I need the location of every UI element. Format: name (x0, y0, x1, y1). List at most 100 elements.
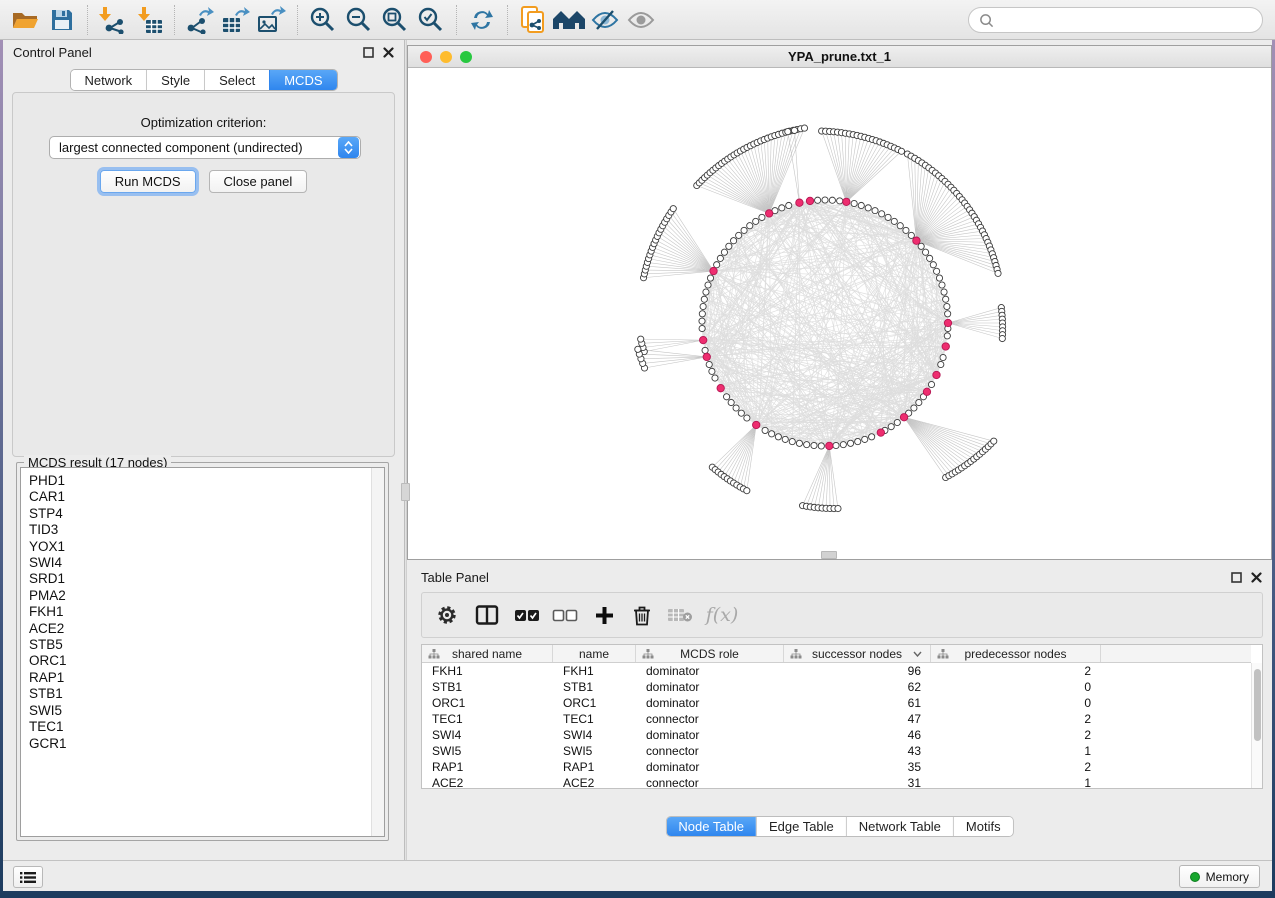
zoom-fit-icon[interactable] (377, 4, 413, 36)
column-shared-name[interactable]: shared name (422, 645, 553, 662)
mcds-result-item[interactable]: FKH1 (29, 604, 67, 620)
table-row[interactable]: RAP1RAP1dominator352 (422, 759, 1251, 775)
search-input[interactable] (1000, 13, 1252, 28)
refresh-layout-icon[interactable] (464, 4, 500, 36)
open-file-icon[interactable] (8, 4, 44, 36)
mcds-result-item[interactable]: RAP1 (29, 670, 67, 686)
hide-selected-icon[interactable] (587, 4, 623, 36)
tab-network[interactable]: Network (70, 70, 146, 90)
table-row[interactable]: SWI5SWI5connector431 (422, 743, 1251, 759)
mcds-result-group: MCDS result (17 nodes) PHD1CAR1STP4TID3Y… (16, 462, 389, 841)
mcds-result-scrollbar[interactable] (371, 468, 384, 836)
tree-icon (428, 649, 440, 659)
mcds-result-item[interactable]: TID3 (29, 522, 67, 538)
close-panel-button[interactable]: Close panel (209, 170, 308, 193)
mcds-result-item[interactable]: STB5 (29, 637, 67, 653)
vertical-splitter-grip[interactable] (401, 483, 410, 501)
import-table-icon[interactable] (131, 4, 167, 36)
delete-column-icon[interactable] (624, 598, 660, 632)
column-predecessor-nodes[interactable]: predecessor nodes (931, 645, 1101, 662)
table-row[interactable]: SWI4SWI4dominator462 (422, 727, 1251, 743)
tab-select[interactable]: Select (204, 70, 269, 90)
column-filler (1101, 645, 1251, 662)
node-table-body[interactable]: FKH1FKH1dominator962STB1STB1dominator620… (422, 663, 1251, 788)
mcds-result-item[interactable]: PMA2 (29, 588, 67, 604)
mcds-result-item[interactable]: PHD1 (29, 473, 67, 489)
tab-motifs[interactable]: Motifs (953, 817, 1013, 836)
column-mcds-role[interactable]: MCDS role (636, 645, 784, 662)
zoom-in-icon[interactable] (305, 4, 341, 36)
export-image-icon[interactable] (254, 4, 290, 36)
import-network-icon[interactable] (95, 4, 131, 36)
delete-table-icon[interactable] (660, 598, 700, 632)
first-neighbors-icon[interactable] (551, 4, 587, 36)
control-panel: Control Panel Network Style Select MCDS … (3, 40, 404, 860)
mcds-result-list[interactable]: PHD1CAR1STP4TID3YOX1SWI4SRD1PMA2FKH1ACE2… (20, 467, 385, 837)
show-all-icon[interactable] (623, 4, 659, 36)
mcds-result-item[interactable]: SWI5 (29, 703, 67, 719)
tab-node-table[interactable]: Node Table (666, 817, 756, 836)
gear-icon[interactable] (428, 598, 466, 632)
tree-icon (937, 649, 949, 659)
mcds-result-item[interactable]: ACE2 (29, 621, 67, 637)
control-panel-tabs: Network Style Select MCDS (69, 69, 337, 91)
float-panel-icon[interactable] (363, 47, 374, 58)
table-scrollbar-thumb[interactable] (1254, 669, 1261, 741)
table-row[interactable]: TEC1TEC1connector472 (422, 711, 1251, 727)
new-network-from-selection-icon[interactable] (515, 4, 551, 36)
table-tabs: Node Table Edge Table Network Table Moti… (665, 816, 1013, 837)
status-bar: Memory (3, 860, 1272, 891)
tab-edge-table[interactable]: Edge Table (756, 817, 846, 836)
table-scrollbar[interactable] (1251, 663, 1262, 788)
show-columns-icon[interactable] (508, 598, 546, 632)
add-column-icon[interactable] (584, 598, 624, 632)
float-table-panel-icon[interactable] (1231, 572, 1242, 583)
mcds-result-item[interactable]: SRD1 (29, 571, 67, 587)
table-row[interactable]: STB1STB1dominator620 (422, 679, 1251, 695)
memory-status-icon (1190, 872, 1200, 882)
mcds-result-item[interactable]: STB1 (29, 686, 67, 702)
mcds-result-item[interactable]: YOX1 (29, 539, 67, 555)
hide-columns-icon[interactable] (546, 598, 584, 632)
table-panel-titlebar: Table Panel (411, 565, 1272, 589)
memory-button[interactable]: Memory (1179, 865, 1260, 888)
node-table: shared name name MCDS role successor nod… (421, 644, 1263, 789)
save-session-icon[interactable] (44, 4, 80, 36)
zoom-out-icon[interactable] (341, 4, 377, 36)
list-icon (20, 871, 36, 884)
task-history-button[interactable] (13, 866, 43, 888)
export-network-icon[interactable] (182, 4, 218, 36)
control-panel-title: Control Panel (13, 45, 92, 60)
mcds-result-item[interactable]: STP4 (29, 506, 67, 522)
tab-style[interactable]: Style (146, 70, 204, 90)
horizontal-splitter-grip[interactable] (821, 551, 837, 559)
export-table-icon[interactable] (218, 4, 254, 36)
tree-icon (642, 649, 654, 659)
column-successor-nodes[interactable]: successor nodes (784, 645, 931, 662)
mcds-result-item[interactable]: CAR1 (29, 489, 67, 505)
criterion-value: largest connected component (undirected) (50, 140, 337, 155)
tab-mcds[interactable]: MCDS (269, 70, 336, 90)
search-box[interactable] (968, 7, 1263, 33)
tree-icon (790, 649, 802, 659)
mcds-result-item[interactable]: ORC1 (29, 653, 67, 669)
mcds-panel: Optimization criterion: largest connecte… (12, 92, 395, 457)
mcds-result-item[interactable]: GCR1 (29, 736, 67, 752)
table-row[interactable]: ORC1ORC1dominator610 (422, 695, 1251, 711)
search-icon (979, 13, 994, 28)
table-row[interactable]: FKH1FKH1dominator962 (422, 663, 1251, 679)
close-panel-icon[interactable] (383, 47, 394, 58)
tab-network-table[interactable]: Network Table (846, 817, 953, 836)
network-canvas[interactable] (408, 68, 1273, 561)
function-builder-icon[interactable]: f(x) (700, 598, 744, 632)
mcds-result-item[interactable]: TEC1 (29, 719, 67, 735)
zoom-selected-icon[interactable] (413, 4, 449, 36)
criterion-dropdown[interactable]: largest connected component (undirected) (49, 136, 361, 159)
close-table-panel-icon[interactable] (1251, 572, 1262, 583)
column-name[interactable]: name (553, 645, 636, 662)
table-row[interactable]: ACE2ACE2connector311 (422, 775, 1251, 788)
mcds-result-item[interactable]: SWI4 (29, 555, 67, 571)
node-table-header: shared name name MCDS role successor nod… (422, 645, 1251, 663)
run-mcds-button[interactable]: Run MCDS (100, 170, 196, 193)
split-columns-icon[interactable] (466, 598, 508, 632)
